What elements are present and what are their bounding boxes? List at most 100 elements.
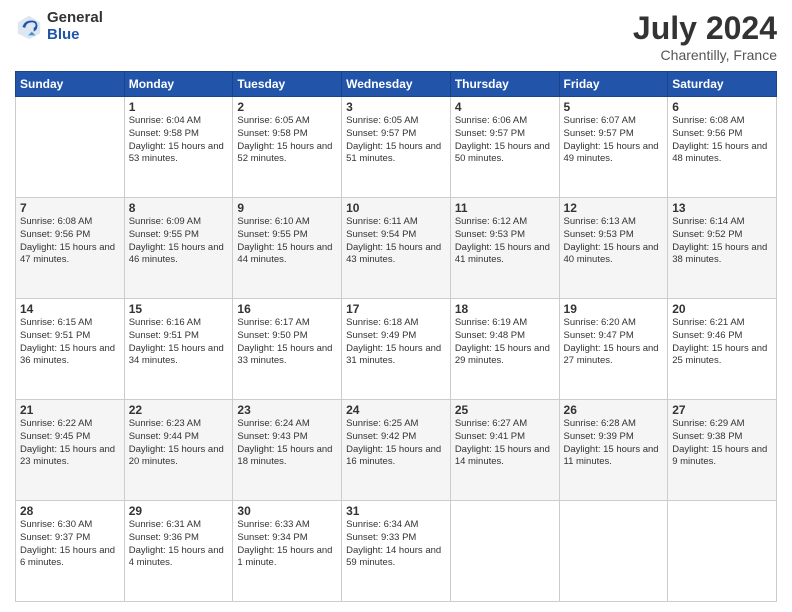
table-row: 22 Sunrise: 6:23 AMSunset: 9:44 PMDaylig… bbox=[124, 400, 233, 501]
table-row: 24 Sunrise: 6:25 AMSunset: 9:42 PMDaylig… bbox=[342, 400, 451, 501]
table-row: 15 Sunrise: 6:16 AMSunset: 9:51 PMDaylig… bbox=[124, 299, 233, 400]
subtitle: Charentilly, France bbox=[633, 47, 777, 63]
day-number: 6 bbox=[672, 100, 772, 114]
table-row: 25 Sunrise: 6:27 AMSunset: 9:41 PMDaylig… bbox=[450, 400, 559, 501]
logo: General Blue bbox=[15, 10, 103, 43]
table-row: 23 Sunrise: 6:24 AMSunset: 9:43 PMDaylig… bbox=[233, 400, 342, 501]
day-number: 27 bbox=[672, 403, 772, 417]
day-info: Sunrise: 6:18 AMSunset: 9:49 PMDaylight:… bbox=[346, 317, 446, 368]
table-row: 14 Sunrise: 6:15 AMSunset: 9:51 PMDaylig… bbox=[16, 299, 125, 400]
day-number: 12 bbox=[564, 201, 664, 215]
day-info: Sunrise: 6:21 AMSunset: 9:46 PMDaylight:… bbox=[672, 317, 772, 368]
header: General Blue July 2024 Charentilly, Fran… bbox=[15, 10, 777, 63]
table-row: 20 Sunrise: 6:21 AMSunset: 9:46 PMDaylig… bbox=[668, 299, 777, 400]
day-info: Sunrise: 6:17 AMSunset: 9:50 PMDaylight:… bbox=[237, 317, 337, 368]
day-info: Sunrise: 6:29 AMSunset: 9:38 PMDaylight:… bbox=[672, 418, 772, 469]
day-number: 21 bbox=[20, 403, 120, 417]
day-number: 15 bbox=[129, 302, 229, 316]
table-row bbox=[450, 501, 559, 602]
day-number: 14 bbox=[20, 302, 120, 316]
table-row: 19 Sunrise: 6:20 AMSunset: 9:47 PMDaylig… bbox=[559, 299, 668, 400]
day-number: 26 bbox=[564, 403, 664, 417]
table-row: 17 Sunrise: 6:18 AMSunset: 9:49 PMDaylig… bbox=[342, 299, 451, 400]
day-info: Sunrise: 6:12 AMSunset: 9:53 PMDaylight:… bbox=[455, 216, 555, 267]
table-row: 9 Sunrise: 6:10 AMSunset: 9:55 PMDayligh… bbox=[233, 198, 342, 299]
table-row: 4 Sunrise: 6:06 AMSunset: 9:57 PMDayligh… bbox=[450, 97, 559, 198]
col-monday: Monday bbox=[124, 72, 233, 97]
day-info: Sunrise: 6:13 AMSunset: 9:53 PMDaylight:… bbox=[564, 216, 664, 267]
logo-text: General Blue bbox=[47, 10, 103, 43]
day-info: Sunrise: 6:06 AMSunset: 9:57 PMDaylight:… bbox=[455, 115, 555, 166]
day-number: 22 bbox=[129, 403, 229, 417]
table-row: 31 Sunrise: 6:34 AMSunset: 9:33 PMDaylig… bbox=[342, 501, 451, 602]
table-row: 1 Sunrise: 6:04 AMSunset: 9:58 PMDayligh… bbox=[124, 97, 233, 198]
table-row bbox=[559, 501, 668, 602]
day-info: Sunrise: 6:31 AMSunset: 9:36 PMDaylight:… bbox=[129, 519, 229, 570]
day-info: Sunrise: 6:10 AMSunset: 9:55 PMDaylight:… bbox=[237, 216, 337, 267]
calendar-week-5: 28 Sunrise: 6:30 AMSunset: 9:37 PMDaylig… bbox=[16, 501, 777, 602]
day-number: 19 bbox=[564, 302, 664, 316]
calendar-table: Sunday Monday Tuesday Wednesday Thursday… bbox=[15, 71, 777, 602]
table-row: 18 Sunrise: 6:19 AMSunset: 9:48 PMDaylig… bbox=[450, 299, 559, 400]
table-row: 30 Sunrise: 6:33 AMSunset: 9:34 PMDaylig… bbox=[233, 501, 342, 602]
day-info: Sunrise: 6:08 AMSunset: 9:56 PMDaylight:… bbox=[20, 216, 120, 267]
col-sunday: Sunday bbox=[16, 72, 125, 97]
day-number: 10 bbox=[346, 201, 446, 215]
table-row: 3 Sunrise: 6:05 AMSunset: 9:57 PMDayligh… bbox=[342, 97, 451, 198]
day-info: Sunrise: 6:20 AMSunset: 9:47 PMDaylight:… bbox=[564, 317, 664, 368]
day-number: 7 bbox=[20, 201, 120, 215]
day-number: 18 bbox=[455, 302, 555, 316]
table-row: 2 Sunrise: 6:05 AMSunset: 9:58 PMDayligh… bbox=[233, 97, 342, 198]
table-row: 12 Sunrise: 6:13 AMSunset: 9:53 PMDaylig… bbox=[559, 198, 668, 299]
day-number: 9 bbox=[237, 201, 337, 215]
day-number: 25 bbox=[455, 403, 555, 417]
table-row: 6 Sunrise: 6:08 AMSunset: 9:56 PMDayligh… bbox=[668, 97, 777, 198]
day-info: Sunrise: 6:33 AMSunset: 9:34 PMDaylight:… bbox=[237, 519, 337, 570]
day-info: Sunrise: 6:30 AMSunset: 9:37 PMDaylight:… bbox=[20, 519, 120, 570]
table-row: 27 Sunrise: 6:29 AMSunset: 9:38 PMDaylig… bbox=[668, 400, 777, 501]
table-row: 8 Sunrise: 6:09 AMSunset: 9:55 PMDayligh… bbox=[124, 198, 233, 299]
day-number: 8 bbox=[129, 201, 229, 215]
day-info: Sunrise: 6:11 AMSunset: 9:54 PMDaylight:… bbox=[346, 216, 446, 267]
day-number: 23 bbox=[237, 403, 337, 417]
day-info: Sunrise: 6:05 AMSunset: 9:57 PMDaylight:… bbox=[346, 115, 446, 166]
table-row: 28 Sunrise: 6:30 AMSunset: 9:37 PMDaylig… bbox=[16, 501, 125, 602]
day-info: Sunrise: 6:19 AMSunset: 9:48 PMDaylight:… bbox=[455, 317, 555, 368]
day-info: Sunrise: 6:07 AMSunset: 9:57 PMDaylight:… bbox=[564, 115, 664, 166]
col-tuesday: Tuesday bbox=[233, 72, 342, 97]
day-info: Sunrise: 6:23 AMSunset: 9:44 PMDaylight:… bbox=[129, 418, 229, 469]
day-number: 16 bbox=[237, 302, 337, 316]
day-number: 17 bbox=[346, 302, 446, 316]
day-info: Sunrise: 6:15 AMSunset: 9:51 PMDaylight:… bbox=[20, 317, 120, 368]
day-info: Sunrise: 6:27 AMSunset: 9:41 PMDaylight:… bbox=[455, 418, 555, 469]
day-number: 2 bbox=[237, 100, 337, 114]
title-block: July 2024 Charentilly, France bbox=[633, 10, 777, 63]
day-info: Sunrise: 6:34 AMSunset: 9:33 PMDaylight:… bbox=[346, 519, 446, 570]
day-number: 30 bbox=[237, 504, 337, 518]
day-info: Sunrise: 6:22 AMSunset: 9:45 PMDaylight:… bbox=[20, 418, 120, 469]
calendar-week-3: 14 Sunrise: 6:15 AMSunset: 9:51 PMDaylig… bbox=[16, 299, 777, 400]
col-friday: Friday bbox=[559, 72, 668, 97]
table-row: 13 Sunrise: 6:14 AMSunset: 9:52 PMDaylig… bbox=[668, 198, 777, 299]
day-number: 13 bbox=[672, 201, 772, 215]
day-number: 5 bbox=[564, 100, 664, 114]
day-number: 3 bbox=[346, 100, 446, 114]
calendar-week-4: 21 Sunrise: 6:22 AMSunset: 9:45 PMDaylig… bbox=[16, 400, 777, 501]
logo-general: General bbox=[47, 10, 103, 27]
day-number: 20 bbox=[672, 302, 772, 316]
table-row: 5 Sunrise: 6:07 AMSunset: 9:57 PMDayligh… bbox=[559, 97, 668, 198]
calendar-week-1: 1 Sunrise: 6:04 AMSunset: 9:58 PMDayligh… bbox=[16, 97, 777, 198]
table-row bbox=[668, 501, 777, 602]
table-row: 16 Sunrise: 6:17 AMSunset: 9:50 PMDaylig… bbox=[233, 299, 342, 400]
calendar-week-2: 7 Sunrise: 6:08 AMSunset: 9:56 PMDayligh… bbox=[16, 198, 777, 299]
day-info: Sunrise: 6:05 AMSunset: 9:58 PMDaylight:… bbox=[237, 115, 337, 166]
day-info: Sunrise: 6:14 AMSunset: 9:52 PMDaylight:… bbox=[672, 216, 772, 267]
col-thursday: Thursday bbox=[450, 72, 559, 97]
day-number: 31 bbox=[346, 504, 446, 518]
col-saturday: Saturday bbox=[668, 72, 777, 97]
day-number: 11 bbox=[455, 201, 555, 215]
logo-icon bbox=[15, 13, 43, 41]
day-info: Sunrise: 6:04 AMSunset: 9:58 PMDaylight:… bbox=[129, 115, 229, 166]
table-row: 21 Sunrise: 6:22 AMSunset: 9:45 PMDaylig… bbox=[16, 400, 125, 501]
day-info: Sunrise: 6:24 AMSunset: 9:43 PMDaylight:… bbox=[237, 418, 337, 469]
